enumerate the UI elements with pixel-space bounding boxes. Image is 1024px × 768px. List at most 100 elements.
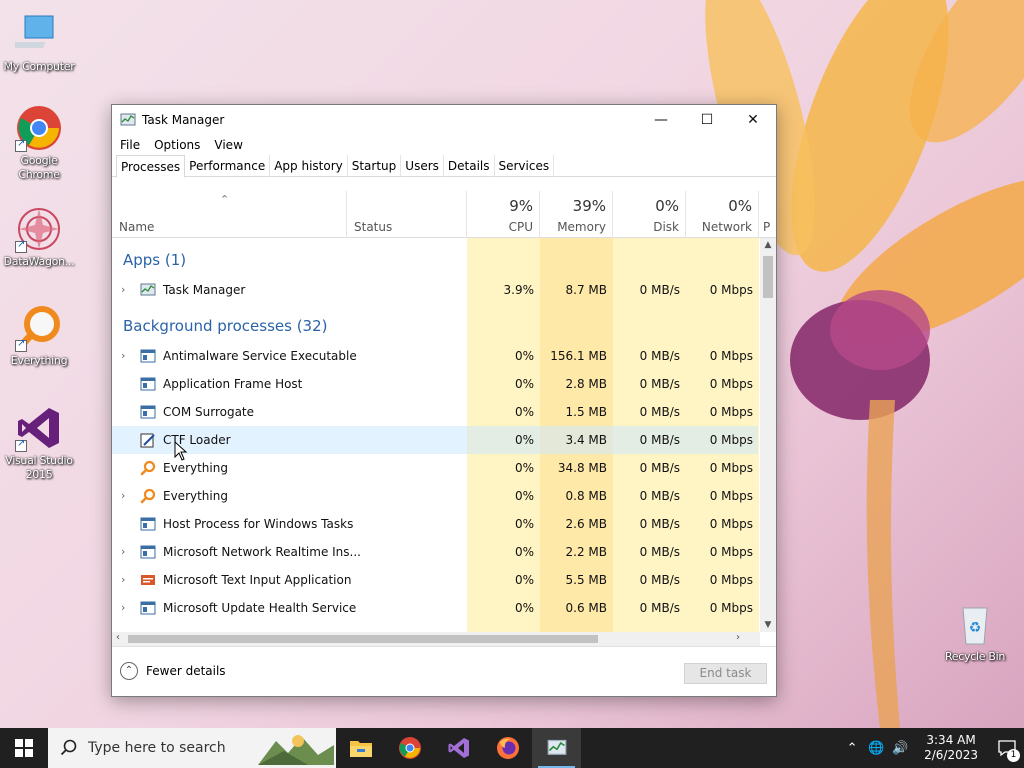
scrollbar-thumb[interactable] [763, 256, 773, 298]
memory-value: 5.5 MB [565, 573, 607, 587]
desktop-icon-my-computer[interactable]: My Computer [0, 10, 78, 74]
maximize-button[interactable]: ☐ [684, 105, 730, 135]
vertical-scrollbar[interactable]: ▲ ▼ [760, 238, 776, 632]
task-manager-icon [140, 283, 156, 296]
close-button[interactable]: ✕ [730, 105, 776, 135]
tab-services[interactable]: Services [495, 155, 555, 177]
expand-chevron-icon[interactable]: › [121, 573, 125, 586]
expand-chevron-icon[interactable]: › [121, 489, 125, 502]
disk-value: 0 MB/s [639, 349, 680, 363]
table-row[interactable]: Everything 0% 34.8 MB 0 MB/s 0 Mbps [112, 454, 758, 482]
network-value: 0 Mbps [709, 461, 753, 475]
desktop-icon-recycle-bin[interactable]: ♻ Recycle Bin [936, 600, 1014, 664]
column-header-cpu[interactable]: 9% CPU [467, 191, 540, 238]
column-header-power[interactable]: P [759, 191, 776, 238]
table-row[interactable]: › Task Manager 3.9% 8.7 MB 0 MB/s 0 Mbps [112, 276, 758, 304]
expand-chevron-icon[interactable]: › [121, 601, 125, 614]
taskbar-chrome[interactable] [385, 728, 434, 768]
table-row[interactable]: COM Surrogate 0% 1.5 MB 0 MB/s 0 Mbps [112, 398, 758, 426]
title-bar[interactable]: Task Manager — ☐ ✕ [112, 105, 776, 135]
end-task-button[interactable]: End task [684, 663, 767, 684]
expand-chevron-icon[interactable]: › [121, 349, 125, 362]
network-value: 0 Mbps [709, 489, 753, 503]
taskbar-clock[interactable]: 3:34 AM 2/6/2023 [912, 733, 990, 763]
network-globe-icon[interactable]: 🌐 [864, 741, 888, 756]
memory-value: 0.8 MB [565, 489, 607, 503]
network-value: 0 Mbps [709, 545, 753, 559]
memory-value: 2.2 MB [565, 545, 607, 559]
task-manager-window: Task Manager — ☐ ✕ File Options View Pro… [111, 104, 777, 697]
tab-performance[interactable]: Performance [185, 155, 271, 177]
start-button[interactable] [0, 728, 48, 768]
taskbar-task-manager[interactable] [532, 728, 581, 768]
table-row[interactable]: Host Process for Windows Tasks 0% 2.6 MB… [112, 510, 758, 538]
scroll-right-arrow-icon[interactable]: › [736, 632, 740, 643]
taskbar-firefox[interactable] [483, 728, 532, 768]
task-manager-icon [547, 739, 566, 755]
fewer-details-button[interactable]: ⌃ Fewer details [120, 662, 226, 680]
table-row[interactable]: › Microsoft Network Realtime Ins... 0% 2… [112, 538, 758, 566]
cpu-value: 0% [514, 405, 534, 419]
recycle-bin-icon: ♻ [951, 600, 999, 648]
process-name: Microsoft Text Input Application [163, 573, 352, 587]
table-row[interactable]: › Everything 0% 0.8 MB 0 MB/s 0 Mbps [112, 482, 758, 510]
taskbar-file-explorer[interactable] [336, 728, 385, 768]
firefox-icon [496, 737, 519, 759]
table-row[interactable]: Application Frame Host 0% 2.8 MB 0 MB/s … [112, 370, 758, 398]
process-name: Microsoft Update Health Service [163, 601, 357, 615]
search-highlight-art-icon [258, 735, 334, 765]
table-row[interactable]: CTF Loader 0% 3.4 MB 0 MB/s 0 Mbps [112, 426, 758, 454]
clock-date: 2/6/2023 [924, 748, 978, 762]
tab-details[interactable]: Details [444, 155, 495, 177]
tab-processes[interactable]: Processes [116, 155, 186, 178]
scrollbar-thumb[interactable] [128, 635, 598, 643]
table-row[interactable]: › Microsoft Text Input Application 0% 5.… [112, 566, 758, 594]
scroll-down-arrow-icon[interactable]: ▼ [760, 620, 776, 630]
pen-notepad-icon [140, 433, 155, 448]
disk-total-percent: 0% [655, 197, 679, 215]
table-row[interactable]: › Microsoft Update Health Service 0% 0.6… [112, 594, 758, 622]
taskbar-search-box[interactable]: Type here to search [48, 728, 336, 768]
system-tray: ⌃ 🌐 🔊 3:34 AM 2/6/2023 1 [840, 728, 1024, 768]
scroll-left-arrow-icon[interactable]: ‹ [116, 632, 120, 643]
notification-center-button[interactable]: 1 [990, 728, 1024, 768]
column-header-label: Name [119, 220, 155, 234]
horizontal-scrollbar[interactable]: ‹ › [112, 632, 760, 646]
network-value: 0 Mbps [709, 349, 753, 363]
everything-search-icon [15, 304, 63, 352]
expand-chevron-icon[interactable]: › [121, 283, 125, 296]
desktop-icon-google-chrome[interactable]: Google Chrome [0, 104, 78, 182]
column-header-network[interactable]: 0% Network [686, 191, 759, 238]
expand-chevron-icon[interactable]: › [121, 545, 125, 558]
volume-icon[interactable]: 🔊 [888, 741, 912, 756]
network-value: 0 Mbps [709, 601, 753, 615]
column-header-disk[interactable]: 0% Disk [613, 191, 686, 238]
memory-total-percent: 39% [572, 197, 606, 215]
desktop-icon-visual-studio[interactable]: Visual Studio 2015 [0, 404, 78, 482]
column-header-status[interactable]: Status [347, 191, 467, 238]
desktop-icon-label: Google Chrome [18, 154, 60, 181]
column-header-row: ⌃ Name Status 9% CPU 39% Memory 0% Disk … [112, 191, 776, 238]
cpu-value: 0% [514, 377, 534, 391]
desktop-icon-label: Recycle Bin [944, 650, 1006, 663]
process-name: Antimalware Service Executable [163, 349, 357, 363]
taskbar-visual-studio[interactable] [434, 728, 483, 768]
everything-search-icon [140, 488, 156, 504]
minimize-button[interactable]: — [638, 105, 684, 135]
column-header-name[interactable]: ⌃ Name [112, 191, 347, 238]
desktop-icon-datawagon[interactable]: DataWagon... [0, 205, 78, 269]
cpu-value: 0% [514, 433, 534, 447]
table-row[interactable]: › Antimalware Service Executable 0% 156.… [112, 342, 758, 370]
tab-startup[interactable]: Startup [348, 155, 402, 177]
tab-users[interactable]: Users [401, 155, 444, 177]
menu-file[interactable]: File [120, 138, 140, 152]
menu-options[interactable]: Options [154, 138, 200, 152]
column-header-memory[interactable]: 39% Memory [540, 191, 613, 238]
disk-value: 0 MB/s [639, 283, 680, 297]
desktop-icon-label: Everything [10, 354, 68, 367]
chevron-up-icon[interactable]: ⌃ [840, 741, 864, 756]
scroll-up-arrow-icon[interactable]: ▲ [760, 240, 776, 250]
menu-view[interactable]: View [214, 138, 242, 152]
tab-app-history[interactable]: App history [270, 155, 348, 177]
desktop-icon-everything[interactable]: Everything [0, 304, 78, 368]
